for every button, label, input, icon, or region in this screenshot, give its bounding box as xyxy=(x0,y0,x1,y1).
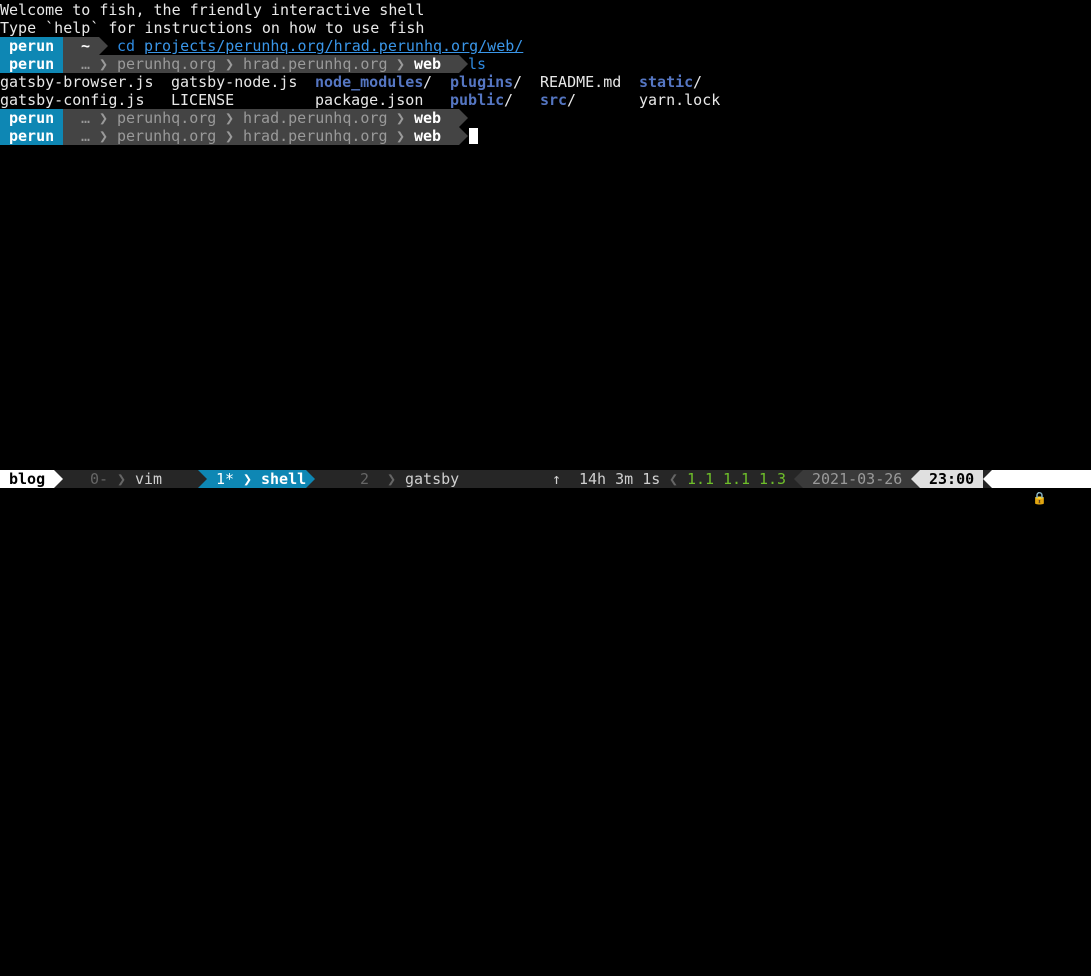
load-average-15: 1.3 xyxy=(759,470,787,488)
path-separator-icon: ❯ xyxy=(225,127,235,145)
prompt-end-arrow xyxy=(459,109,468,127)
window-0-index[interactable]: 0- xyxy=(90,470,108,488)
prompt-path-seg2: hrad.perunhq.org xyxy=(243,55,388,73)
terminal-window[interactable]: Welcome to fish, the friendly interactiv… xyxy=(0,0,1091,468)
window-separator-icon: ❯ xyxy=(243,470,253,488)
active-window-end-arrow xyxy=(306,470,315,488)
prompt-line-ls: perun … ❯ perunhq.org ❯ hrad.perunhq.org… xyxy=(0,55,600,73)
prompt-path-seg2: hrad.perunhq.org xyxy=(243,109,388,127)
prompt-ellipsis: … xyxy=(81,55,91,73)
path-separator-icon: ❯ xyxy=(99,55,109,73)
window-separator-icon: ❯ xyxy=(387,470,397,488)
prompt-path-seg1: perunhq.org xyxy=(117,109,217,127)
prompt-cwd: web xyxy=(414,55,442,73)
chevron-left-icon: ❮ xyxy=(669,470,679,488)
window-2-name[interactable]: gatsby xyxy=(405,470,459,488)
prompt-user-segment: perun xyxy=(0,55,63,73)
window-0-name[interactable]: vim xyxy=(135,470,162,488)
ls-dir-slash: / xyxy=(693,73,703,91)
host-segment: 🔒 luthien xyxy=(992,470,1091,525)
prompt-path-seg1: perunhq.org xyxy=(117,55,217,73)
path-separator-icon: ❯ xyxy=(225,109,235,127)
session-separator-arrow xyxy=(54,470,63,488)
command-cd-argument: projects/perunhq.org/hrad.perunhq.org/we… xyxy=(144,37,524,55)
prompt-path-seg1: perunhq.org xyxy=(117,127,217,145)
ls-dir-slash: / xyxy=(423,73,433,91)
path-separator-icon: ❯ xyxy=(99,109,109,127)
welcome-line-2: Type `help` for instructions on how to u… xyxy=(0,19,425,37)
text-cursor xyxy=(469,128,478,144)
path-separator-icon: ❯ xyxy=(396,127,406,145)
ls-entry: package.json xyxy=(315,91,424,109)
date-start-arrow xyxy=(794,470,803,488)
prompt-ellipsis: … xyxy=(81,109,91,127)
prompt-line-cd: perun ~ cd projects/perunhq.org/hrad.per… xyxy=(0,37,600,55)
ls-entry-dir: static xyxy=(639,73,694,91)
load-average-1: 1.1 xyxy=(687,470,715,488)
prompt-home-segment: ~ xyxy=(63,37,99,55)
ls-output-row-2: gatsby-config.js LICENSE package.json pu… xyxy=(0,91,800,109)
ls-entry: yarn.lock xyxy=(639,91,721,109)
active-window-start-arrow xyxy=(198,470,207,488)
ls-entry: gatsby-node.js xyxy=(171,73,298,91)
prompt-end-arrow xyxy=(459,127,468,145)
prompt-line-current[interactable]: perun … ❯ perunhq.org ❯ hrad.perunhq.org… xyxy=(0,127,600,145)
prompt-end-arrow xyxy=(99,37,108,55)
command-cd: cd xyxy=(117,37,136,55)
host-start-arrow xyxy=(983,470,992,488)
host-name: luthien xyxy=(1032,507,1091,525)
session-name[interactable]: blog xyxy=(0,470,54,488)
uptime-arrow-icon: ↑ xyxy=(552,470,562,488)
ls-entry: LICENSE xyxy=(171,91,235,109)
command-ls: ls xyxy=(468,55,487,73)
path-separator-icon: ❯ xyxy=(396,55,406,73)
ls-entry-dir: node_modules xyxy=(315,73,424,91)
welcome-line-1: Welcome to fish, the friendly interactiv… xyxy=(0,1,425,19)
prompt-ellipsis: … xyxy=(81,127,91,145)
lock-icon: 🔒 xyxy=(1032,491,1048,505)
load-average-5: 1.1 xyxy=(723,470,751,488)
ls-entry-dir: public xyxy=(450,91,505,109)
status-date: 2021-03-26 xyxy=(803,470,920,488)
prompt-path-seg2: hrad.perunhq.org xyxy=(243,127,388,145)
tmux-status-bar: blog 0- ❯ vim 1* ❯ shell 2 ❯ gatsby ↑ 14… xyxy=(0,470,1091,525)
ls-output-row-1: gatsby-browser.js gatsby-node.js node_mo… xyxy=(0,73,800,91)
ls-entry-dir: plugins xyxy=(450,73,514,91)
prompt-cwd: web xyxy=(414,109,442,127)
prompt-user-segment: perun xyxy=(0,109,63,127)
ls-entry: README.md xyxy=(540,73,622,91)
path-separator-icon: ❯ xyxy=(396,109,406,127)
path-separator-icon: ❯ xyxy=(225,55,235,73)
window-separator-icon: ❯ xyxy=(117,470,127,488)
ls-entry-dir: src xyxy=(540,91,568,109)
ls-dir-slash: / xyxy=(504,91,514,109)
ls-dir-slash: / xyxy=(567,91,577,109)
ls-entry: gatsby-browser.js xyxy=(0,73,154,91)
uptime-value: 14h 3m 1s xyxy=(579,470,661,488)
prompt-cwd: web xyxy=(414,127,442,145)
status-time: 23:00 xyxy=(920,470,983,488)
window-1-name[interactable]: shell xyxy=(261,470,306,488)
time-start-arrow xyxy=(911,470,920,488)
prompt-line-empty: perun … ❯ perunhq.org ❯ hrad.perunhq.org… xyxy=(0,109,600,127)
prompt-end-arrow xyxy=(459,55,468,73)
path-separator-icon: ❯ xyxy=(99,127,109,145)
prompt-user-segment: perun xyxy=(0,127,63,145)
window-2-index[interactable]: 2 xyxy=(360,470,369,488)
prompt-user-segment: perun xyxy=(0,37,63,55)
ls-entry: gatsby-config.js xyxy=(0,91,145,109)
ls-dir-slash: / xyxy=(513,73,523,91)
